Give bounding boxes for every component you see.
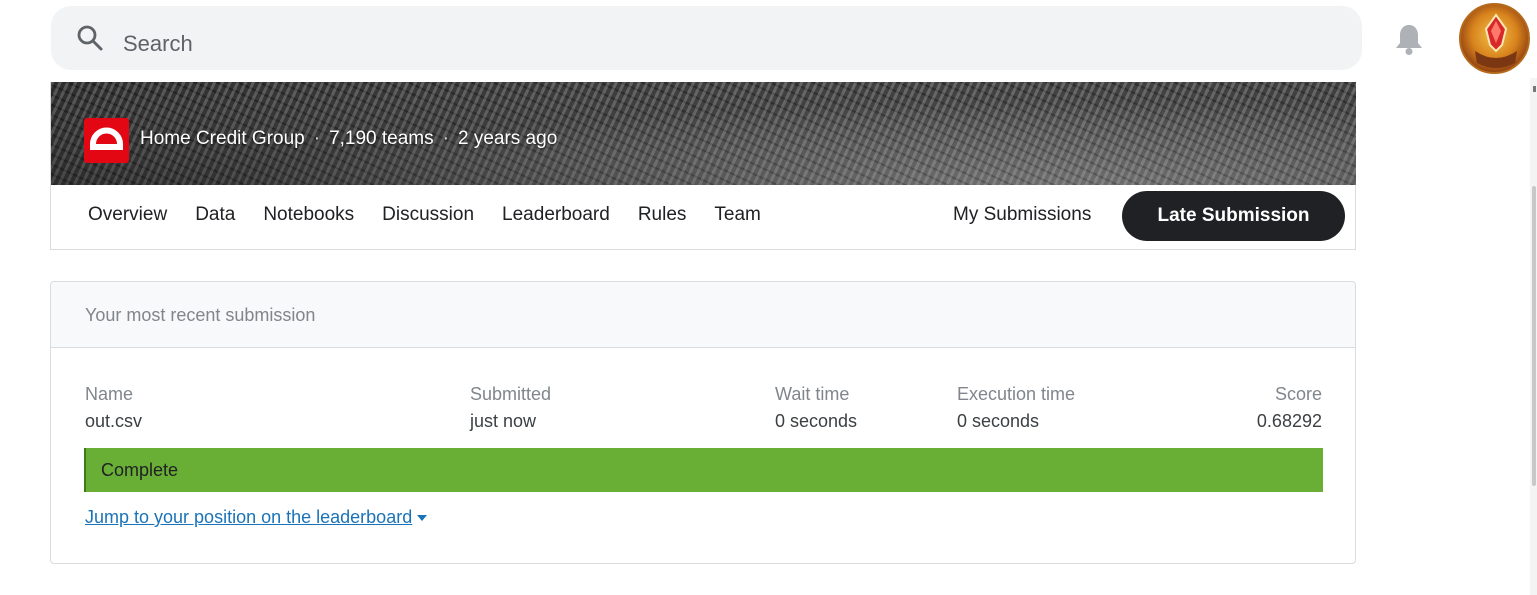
tab-overview[interactable]: Overview (88, 204, 167, 226)
competition-tabs: Overview Data Notebooks Discussion Leade… (88, 204, 789, 226)
bell-icon[interactable] (1393, 22, 1425, 56)
host-logo-icon[interactable] (84, 118, 129, 163)
submitted-value: just now (470, 411, 537, 431)
competition-meta: Home Credit Group · 7,190 teams · 2 years ag… (140, 128, 557, 150)
recent-submission-card: Your most recent submission Name out.csv… (50, 281, 1356, 564)
team-count[interactable]: 7,190 teams (329, 128, 434, 149)
jump-to-leaderboard-link[interactable]: Jump to your position on the leaderboard (85, 507, 428, 528)
scrollbar-thumb[interactable] (1532, 186, 1536, 486)
my-submissions-link[interactable]: My Submissions (953, 204, 1091, 226)
score-value: 0.68292 (1256, 411, 1322, 431)
competition-banner: Home Credit Group · 7,190 teams · 2 years ag… (51, 82, 1356, 185)
jump-link-label[interactable]: Jump to your position on the leaderboard (85, 507, 412, 527)
avatar[interactable] (1459, 3, 1530, 74)
tab-rules[interactable]: Rules (638, 204, 687, 226)
host-name[interactable]: Home Credit Group (140, 128, 305, 149)
tab-discussion[interactable]: Discussion (382, 204, 474, 226)
score-label: Score (1274, 384, 1322, 404)
status-text: Complete (101, 460, 179, 480)
competition-header: Home Credit Group · 7,190 teams · 2 years ag… (50, 82, 1356, 250)
name-value: out.csv (85, 411, 143, 431)
status-bar: Complete (84, 448, 1323, 492)
wait-time-value: 0 seconds (775, 411, 858, 431)
execution-time-value: 0 seconds (957, 411, 1040, 431)
tab-leaderboard[interactable]: Leaderboard (502, 204, 610, 226)
submitted-label: Submitted (470, 384, 552, 404)
execution-time-label: Execution time (957, 384, 1076, 404)
meta-separator: · (313, 128, 321, 149)
tab-notebooks[interactable]: Notebooks (263, 204, 354, 226)
competition-age: 2 years ago (457, 128, 558, 149)
scroll-up-icon[interactable] (1533, 86, 1536, 92)
search-bar[interactable] (51, 6, 1362, 70)
caret-down-icon[interactable] (417, 515, 428, 522)
page: Home Credit Group · 7,190 teams · 2 years ag… (0, 0, 1537, 595)
wait-time-label: Wait time (775, 384, 850, 404)
name-label: Name (85, 384, 134, 404)
late-submission-button[interactable]: Late Submission (1122, 191, 1345, 241)
tab-data[interactable]: Data (195, 204, 235, 226)
tab-team[interactable]: Team (714, 204, 760, 226)
host-logo-mark (90, 127, 123, 150)
submission-card-header: Your most recent submission (51, 282, 1355, 348)
avatar-emblem-icon (1475, 13, 1517, 68)
meta-separator: · (442, 128, 449, 149)
search-icon[interactable] (76, 24, 104, 52)
search-input[interactable] (123, 28, 1303, 60)
submission-card-title: Your most recent submission (85, 305, 316, 325)
